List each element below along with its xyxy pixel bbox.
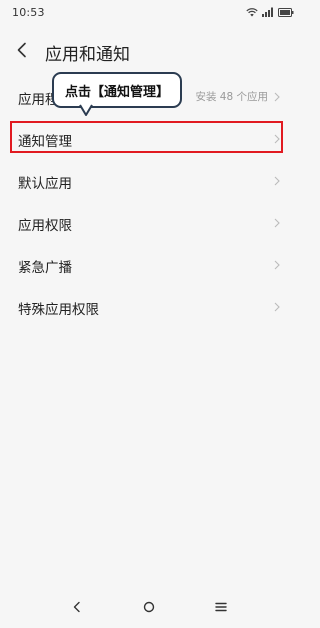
nav-home-icon (143, 601, 155, 613)
list-item-label: 特殊应用权限 (18, 302, 99, 318)
list-item-label: 紧急广播 (18, 260, 72, 276)
status-bar: 10:53 (0, 0, 302, 26)
chevron-right-icon (274, 302, 280, 312)
header: 应用和通知 (0, 30, 302, 72)
phone-screen: 10:53 应用和通知 应用程 安装 48 个应用 通知管理 默认应用 应用权限… (0, 0, 302, 628)
nav-back-button[interactable] (68, 598, 86, 616)
list-item-special-app-permissions[interactable]: 特殊应用权限 (0, 286, 302, 328)
installed-apps-count: 安装 48 个应用 (195, 91, 268, 103)
list-item-app-permissions[interactable]: 应用权限 (0, 202, 302, 244)
tooltip-pointer (79, 104, 93, 116)
battery-icon (278, 7, 294, 17)
signal-icon (262, 7, 273, 17)
nav-back-icon (73, 601, 80, 613)
list-item-label: 应用权限 (18, 218, 72, 234)
nav-menu-button[interactable] (212, 598, 230, 616)
wifi-icon (246, 8, 258, 17)
chevron-right-icon (274, 176, 280, 186)
navigation-bar (0, 592, 302, 622)
list-item-default-apps[interactable]: 默认应用 (0, 160, 302, 202)
nav-home-button[interactable] (140, 598, 158, 616)
chevron-right-icon (274, 92, 280, 102)
highlight-box (10, 121, 283, 153)
instruction-tooltip: 点击【通知管理】 (52, 72, 182, 108)
page-title: 应用和通知 (45, 45, 130, 65)
back-button[interactable] (8, 36, 36, 64)
nav-menu-icon (215, 602, 227, 612)
chevron-right-icon (274, 260, 280, 270)
list-item-label: 默认应用 (18, 176, 72, 192)
status-icons (246, 6, 294, 18)
chevron-right-icon (274, 218, 280, 228)
list-item-emergency-broadcast[interactable]: 紧急广播 (0, 244, 302, 286)
tooltip-text: 点击【通知管理】 (64, 84, 169, 100)
status-time: 10:53 (12, 6, 45, 19)
back-arrow-icon (17, 42, 26, 58)
settings-list: 应用程 安装 48 个应用 通知管理 默认应用 应用权限 紧急广播 特殊应用权限 (0, 76, 302, 328)
